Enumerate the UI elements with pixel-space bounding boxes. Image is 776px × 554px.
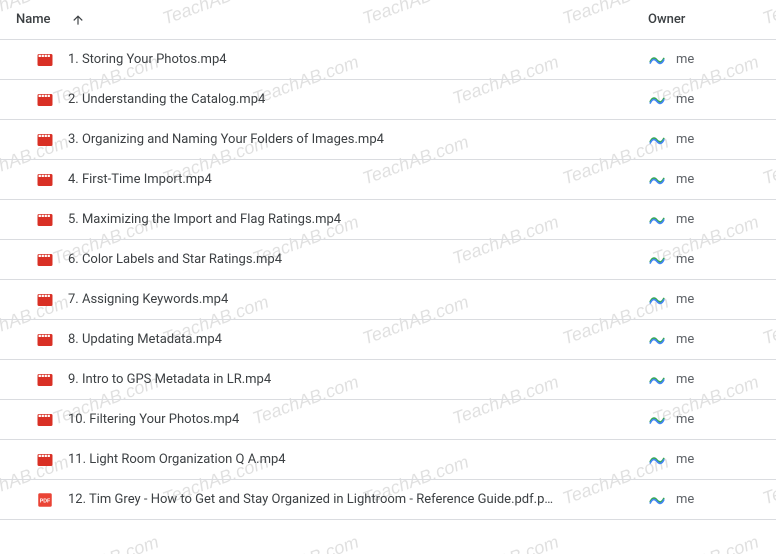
owner-label: me — [676, 52, 694, 67]
owner-cell: me — [648, 371, 760, 389]
table-row[interactable]: 11. Light Room Organization Q A.mp4 me — [0, 440, 776, 480]
owner-cell: me — [648, 51, 760, 69]
owner-column-label: Owner — [648, 12, 685, 27]
column-header-name[interactable]: Name — [16, 12, 648, 27]
file-name: 2. Understanding the Catalog.mp4 — [68, 92, 265, 107]
owner-avatar-icon — [648, 411, 666, 429]
table-row[interactable]: 5. Maximizing the Import and Flag Rating… — [0, 200, 776, 240]
file-name: 3. Organizing and Naming Your Folders of… — [68, 132, 384, 147]
watermark-text: TeachAB.com — [50, 532, 162, 554]
owner-label: me — [676, 292, 694, 307]
table-row[interactable]: 3. Organizing and Naming Your Folders of… — [0, 120, 776, 160]
owner-cell: me — [648, 131, 760, 149]
owner-avatar-icon — [648, 451, 666, 469]
file-name-cell: 1. Storing Your Photos.mp4 — [16, 51, 648, 69]
file-name: 9. Intro to GPS Metadata in LR.mp4 — [68, 372, 271, 387]
video-file-icon — [36, 411, 54, 429]
owner-cell: me — [648, 491, 760, 509]
owner-label: me — [676, 372, 694, 387]
video-file-icon — [36, 331, 54, 349]
video-file-icon — [36, 171, 54, 189]
video-file-icon — [36, 91, 54, 109]
file-name: 7. Assigning Keywords.mp4 — [68, 292, 228, 307]
watermark-text: TeachAB.com — [250, 532, 362, 554]
file-name-cell: 4. First-Time Import.mp4 — [16, 171, 648, 189]
owner-label: me — [676, 172, 694, 187]
file-name-cell: 6. Color Labels and Star Ratings.mp4 — [16, 251, 648, 269]
owner-avatar-icon — [648, 371, 666, 389]
video-file-icon — [36, 291, 54, 309]
table-row[interactable]: PDF 12. Tim Grey - How to Get and Stay Or… — [0, 480, 776, 520]
owner-cell: me — [648, 251, 760, 269]
owner-cell: me — [648, 211, 760, 229]
owner-label: me — [676, 332, 694, 347]
owner-label: me — [676, 252, 694, 267]
file-name-cell: 7. Assigning Keywords.mp4 — [16, 291, 648, 309]
file-name: 5. Maximizing the Import and Flag Rating… — [68, 212, 341, 227]
watermark-text: TeachAB.com — [650, 532, 762, 554]
owner-cell: me — [648, 91, 760, 109]
owner-avatar-icon — [648, 171, 666, 189]
file-name-cell: 2. Understanding the Catalog.mp4 — [16, 91, 648, 109]
pdf-file-icon: PDF — [36, 491, 54, 509]
owner-avatar-icon — [648, 91, 666, 109]
file-name-cell: 9. Intro to GPS Metadata in LR.mp4 — [16, 371, 648, 389]
file-name: 1. Storing Your Photos.mp4 — [68, 52, 227, 67]
video-file-icon — [36, 371, 54, 389]
svg-text:PDF: PDF — [40, 498, 51, 504]
owner-label: me — [676, 492, 694, 507]
table-row[interactable]: 2. Understanding the Catalog.mp4 me — [0, 80, 776, 120]
file-name-cell: PDF 12. Tim Grey - How to Get and Stay Or… — [16, 491, 648, 509]
owner-avatar-icon — [648, 491, 666, 509]
file-name: 11. Light Room Organization Q A.mp4 — [68, 452, 286, 467]
owner-avatar-icon — [648, 331, 666, 349]
owner-label: me — [676, 212, 694, 227]
table-row[interactable]: 9. Intro to GPS Metadata in LR.mp4 me — [0, 360, 776, 400]
owner-avatar-icon — [648, 291, 666, 309]
owner-avatar-icon — [648, 211, 666, 229]
table-header-row: Name Owner — [0, 0, 776, 40]
owner-label: me — [676, 92, 694, 107]
file-name-cell: 8. Updating Metadata.mp4 — [16, 331, 648, 349]
video-file-icon — [36, 251, 54, 269]
file-name-cell: 3. Organizing and Naming Your Folders of… — [16, 131, 648, 149]
video-file-icon — [36, 131, 54, 149]
file-name-cell: 11. Light Room Organization Q A.mp4 — [16, 451, 648, 469]
file-name: 6. Color Labels and Star Ratings.mp4 — [68, 252, 282, 267]
owner-label: me — [676, 132, 694, 147]
file-name-cell: 5. Maximizing the Import and Flag Rating… — [16, 211, 648, 229]
owner-cell: me — [648, 411, 760, 429]
owner-avatar-icon — [648, 131, 666, 149]
owner-cell: me — [648, 451, 760, 469]
owner-avatar-icon — [648, 251, 666, 269]
file-name-cell: 10. Filtering Your Photos.mp4 — [16, 411, 648, 429]
sort-arrow-up-icon — [71, 13, 85, 27]
owner-label: me — [676, 452, 694, 467]
file-name: 4. First-Time Import.mp4 — [68, 172, 212, 187]
owner-cell: me — [648, 291, 760, 309]
file-name: 12. Tim Grey - How to Get and Stay Organ… — [68, 492, 553, 507]
table-row[interactable]: 7. Assigning Keywords.mp4 me — [0, 280, 776, 320]
video-file-icon — [36, 451, 54, 469]
owner-avatar-icon — [648, 51, 666, 69]
video-file-icon — [36, 211, 54, 229]
table-row[interactable]: 4. First-Time Import.mp4 me — [0, 160, 776, 200]
table-row[interactable]: 8. Updating Metadata.mp4 me — [0, 320, 776, 360]
table-row[interactable]: 1. Storing Your Photos.mp4 me — [0, 40, 776, 80]
file-name: 8. Updating Metadata.mp4 — [68, 332, 222, 347]
table-row[interactable]: 10. Filtering Your Photos.mp4 me — [0, 400, 776, 440]
video-file-icon — [36, 51, 54, 69]
watermark-text: TeachAB.com — [450, 532, 562, 554]
owner-cell: me — [648, 171, 760, 189]
column-header-owner[interactable]: Owner — [648, 12, 760, 27]
table-row[interactable]: 6. Color Labels and Star Ratings.mp4 me — [0, 240, 776, 280]
file-list-table: Name Owner 1. Storing Your Photos.mp4me2… — [0, 0, 776, 520]
owner-label: me — [676, 412, 694, 427]
name-column-label: Name — [16, 12, 51, 27]
owner-cell: me — [648, 331, 760, 349]
file-name: 10. Filtering Your Photos.mp4 — [68, 412, 239, 427]
